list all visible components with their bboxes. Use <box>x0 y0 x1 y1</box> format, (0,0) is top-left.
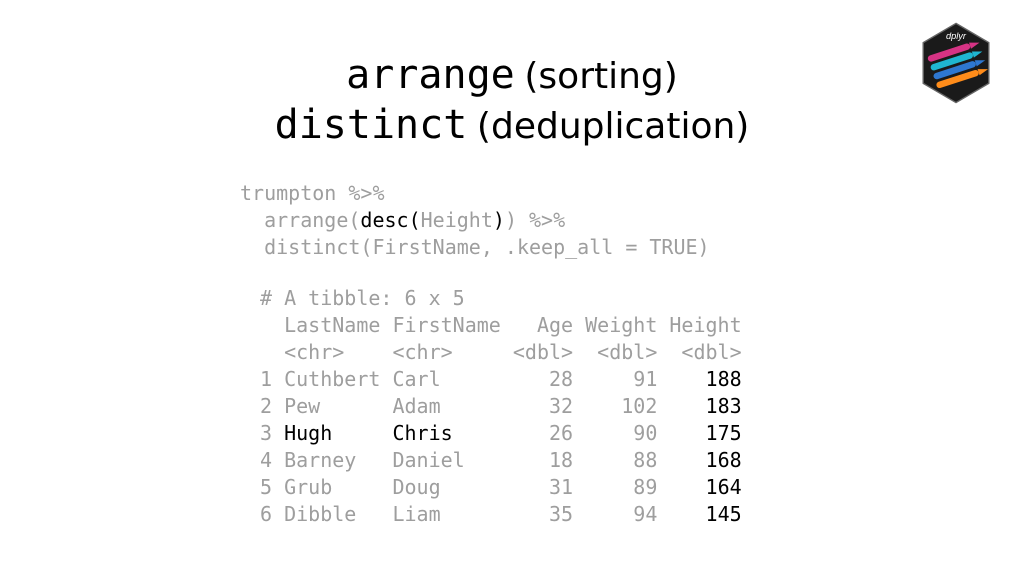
out-hdr2: LastName FirstName Age Weight Height <box>260 313 742 337</box>
out-r3a: 3 <box>260 421 284 445</box>
out-r4b: 168 <box>706 448 742 472</box>
slide: dplyr arrange (sorting) distinct (dedupl… <box>0 0 1024 576</box>
code-block: trumpton %>% arrange(desc(Height)) %>% d… <box>240 180 710 261</box>
out-r2a: 2 Pew Adam 32 102 <box>260 394 706 418</box>
out-r5b: 164 <box>706 475 742 499</box>
code-l1: trumpton %>% <box>240 181 385 205</box>
tibble-output: # A tibble: 6 x 5 LastName FirstName Age… <box>260 285 742 528</box>
title-sorting: (sorting) <box>524 56 677 97</box>
title-distinct: distinct <box>275 102 468 148</box>
out-r3d: 175 <box>706 421 742 445</box>
out-r1b: 188 <box>706 367 742 391</box>
out-r5a: 5 Grub Doug 31 89 <box>260 475 706 499</box>
code-l2-close1: ) <box>493 208 505 232</box>
out-r4a: 4 Barney Daniel 18 88 <box>260 448 706 472</box>
code-l2-pre: arrange( <box>240 208 360 232</box>
title-arrange: arrange <box>346 52 515 98</box>
out-r3c: 26 90 <box>453 421 706 445</box>
out-r6a: 6 Dibble Liam 35 94 <box>260 502 706 526</box>
code-l2-tail: ) %>% <box>505 208 565 232</box>
slide-title: arrange (sorting) distinct (deduplicatio… <box>0 50 1024 150</box>
code-l3: distinct(FirstName, .keep_all = TRUE) <box>240 235 710 259</box>
out-r1a: 1 Cuthbert Carl 28 91 <box>260 367 706 391</box>
title-dedup: (deduplication) <box>477 106 749 147</box>
logo-label: dplyr <box>946 31 967 41</box>
out-r3b: Hugh Chris <box>284 421 453 445</box>
out-hdr1: # A tibble: 6 x 5 <box>260 286 465 310</box>
out-r6b: 145 <box>706 502 742 526</box>
code-l2-height: Height <box>421 208 493 232</box>
code-l2-desc: desc( <box>360 208 420 232</box>
out-r2b: 183 <box>706 394 742 418</box>
out-hdr3: <chr> <chr> <dbl> <dbl> <dbl> <box>260 340 742 364</box>
